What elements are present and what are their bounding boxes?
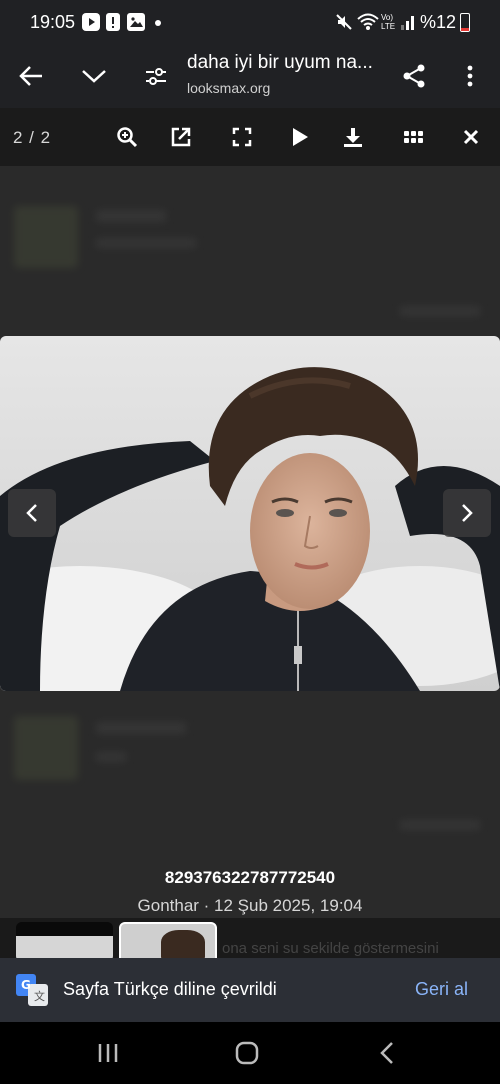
battery-icon	[460, 13, 470, 32]
mute-icon	[335, 13, 353, 36]
browser-toolbar: daha iyi bir uyum na... looksmax.org	[0, 44, 500, 108]
image-caption-meta: Gonthar · 12 Şub 2025, 19:04	[137, 896, 363, 915]
home-button[interactable]	[232, 1038, 262, 1068]
volte-icon: Vo) LTE	[381, 13, 396, 31]
blurred-text	[400, 306, 480, 316]
lightbox-photo[interactable]	[0, 336, 500, 691]
more-notifications-icon	[155, 20, 161, 26]
lightbox-toolbar: 2 / 2	[0, 108, 500, 166]
thumbnail-1[interactable]	[16, 922, 113, 962]
chevron-down-button[interactable]	[76, 58, 112, 94]
site-settings-button[interactable]	[138, 58, 174, 94]
system-nav-bar	[0, 1022, 500, 1084]
svg-text:文: 文	[34, 989, 45, 1003]
wifi-icon	[357, 12, 379, 37]
next-image-button[interactable]	[443, 489, 491, 537]
thumbnails-button[interactable]	[399, 122, 429, 152]
close-button[interactable]	[456, 122, 486, 152]
translate-message: Sayfa Türkçe diline çevrildi	[63, 979, 277, 999]
translate-banner: G文 Sayfa Türkçe diline çevrildi Geri al	[0, 958, 500, 1022]
previous-image-button[interactable]	[8, 489, 56, 537]
blurred-text	[96, 722, 186, 734]
google-translate-icon: G文	[16, 974, 48, 1011]
blurred-avatar	[14, 206, 78, 268]
background-text-snippet: ona seni su sekilde göstermesini	[222, 940, 439, 957]
download-button[interactable]	[338, 122, 368, 152]
zoom-button[interactable]	[112, 122, 142, 152]
fullscreen-button[interactable]	[227, 122, 257, 152]
more-options-button[interactable]	[452, 58, 488, 94]
blurred-avatar	[14, 716, 78, 780]
status-time: 19:05	[30, 12, 76, 32]
alert-notification-icon	[106, 13, 120, 31]
open-external-button[interactable]	[166, 122, 196, 152]
image-counter: 2 / 2	[13, 128, 52, 147]
blurred-text	[96, 210, 166, 222]
svg-text:G: G	[21, 978, 31, 992]
page-title[interactable]: daha iyi bir uyum na...	[187, 52, 373, 74]
blurred-text	[96, 238, 196, 248]
back-arrow-button[interactable]	[13, 58, 49, 94]
share-button[interactable]	[396, 58, 432, 94]
translate-undo-button[interactable]: Geri al	[415, 979, 468, 1000]
signal-icon	[400, 13, 416, 36]
system-back-button[interactable]	[372, 1038, 402, 1068]
play-slideshow-button[interactable]	[285, 122, 315, 152]
portrait-image	[0, 336, 500, 691]
status-bar: 19:05 Vo) LTE %12	[0, 0, 500, 44]
blurred-text	[400, 820, 480, 830]
battery-percent: %12	[420, 12, 457, 32]
battery-level	[461, 28, 469, 31]
recent-apps-button[interactable]	[93, 1038, 123, 1068]
youtube-notification-icon	[82, 13, 100, 31]
image-notification-icon	[127, 13, 145, 31]
blurred-text	[96, 752, 126, 762]
page-url[interactable]: looksmax.org	[187, 80, 270, 96]
image-caption-title: 829376322787772540	[164, 868, 336, 887]
